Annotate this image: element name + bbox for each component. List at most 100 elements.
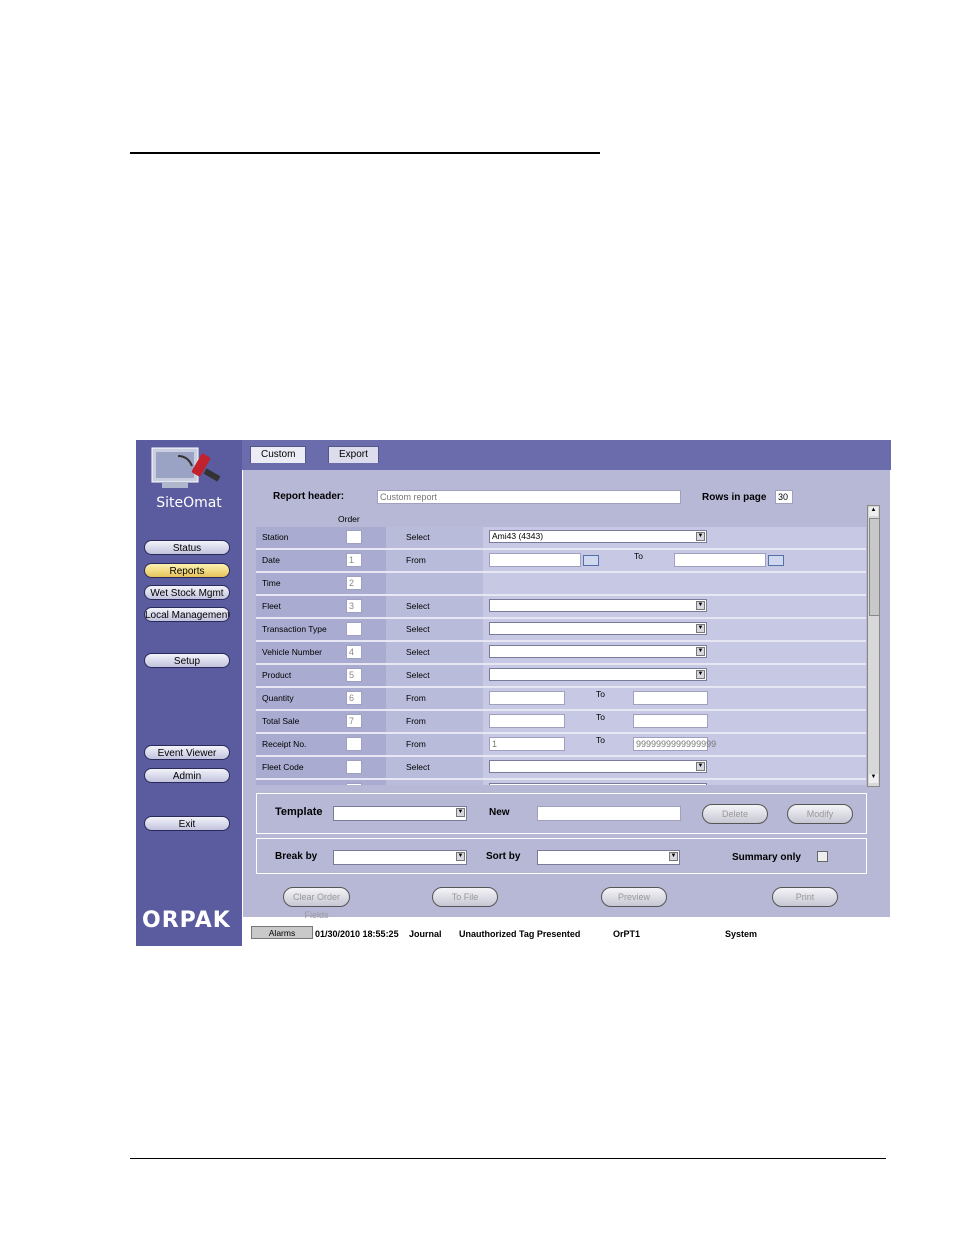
to-file-button[interactable]: To File xyxy=(432,887,498,907)
report-header-label: Report header: xyxy=(273,491,345,502)
wet-stock-mgmt-button[interactable]: Wet Stock Mgmt xyxy=(144,585,230,600)
row-order-input[interactable]: 7 xyxy=(346,714,362,728)
siteomat-window: SiteOmat Status Reports Wet Stock Mgmt L… xyxy=(136,440,891,946)
modify-button[interactable]: Modify xyxy=(787,804,853,824)
admin-button[interactable]: Admin xyxy=(144,768,230,783)
row-order-input[interactable] xyxy=(346,760,362,774)
row-order-input[interactable] xyxy=(346,737,362,751)
row-operator-label: Select xyxy=(406,670,430,680)
template-dropdown[interactable]: ▼ xyxy=(333,806,467,821)
row-field-name: Receipt No. xyxy=(262,739,307,749)
top-rule xyxy=(130,152,600,154)
print-button[interactable]: Print xyxy=(772,887,838,907)
row-select-dropdown[interactable]: ▼ xyxy=(489,622,707,635)
row-operator-cell xyxy=(386,711,483,732)
local-management-button[interactable]: Local Management xyxy=(144,607,230,622)
row-select-dropdown[interactable]: ▼ xyxy=(489,783,707,785)
break-sort-panel: Break by ▼ Sort by ▼ Summary only xyxy=(256,838,867,874)
break-by-dropdown[interactable]: ▼ xyxy=(333,850,467,865)
row-operator-cell xyxy=(386,757,483,778)
reports-button[interactable]: Reports xyxy=(144,563,230,578)
row-field-name: Date xyxy=(262,555,280,565)
row-from-input[interactable]: 1 xyxy=(489,737,565,751)
row-order-input[interactable]: 1 xyxy=(346,553,362,567)
row-field-name: Time xyxy=(262,578,281,588)
row-operator-cell xyxy=(386,527,483,548)
scroll-down-icon[interactable]: ▼ xyxy=(869,774,878,783)
row-field-name: Vehicle Number xyxy=(262,647,323,657)
siteomat-logo-text: SiteOmat xyxy=(156,495,222,511)
row-operator-cell xyxy=(386,780,483,785)
grid-scrollbar[interactable]: ▲ ▼ xyxy=(867,505,880,787)
status-user: System xyxy=(725,929,758,939)
template-label: Template xyxy=(275,806,323,818)
row-operator-label: Select xyxy=(406,762,430,772)
row-order-input[interactable]: 4 xyxy=(346,645,362,659)
row-select-dropdown[interactable]: ▼ xyxy=(489,760,707,773)
calendar-icon[interactable] xyxy=(768,555,784,566)
row-to-input[interactable] xyxy=(674,553,766,567)
criteria-row: Time 2 xyxy=(256,573,866,596)
report-content: Report header: Custom report Rows in pag… xyxy=(243,470,890,920)
tab-export[interactable]: Export xyxy=(328,446,379,463)
orpak-logo: ORPAK xyxy=(142,908,231,933)
chevron-down-icon: ▼ xyxy=(696,762,705,771)
rows-in-page-label: Rows in page xyxy=(702,492,767,503)
order-column-header: Order xyxy=(338,514,360,524)
row-operator-cell xyxy=(386,688,483,709)
sort-by-dropdown[interactable]: ▼ xyxy=(537,850,680,865)
row-operator-cell xyxy=(386,642,483,663)
summary-only-label: Summary only xyxy=(732,852,801,863)
tab-custom[interactable]: Custom xyxy=(250,446,307,463)
criteria-row: Product 5 Select ▼ xyxy=(256,665,866,688)
row-field-name: Station xyxy=(262,532,289,542)
calendar-icon[interactable] xyxy=(583,555,599,566)
row-to-input[interactable] xyxy=(633,691,708,705)
row-order-input[interactable]: 6 xyxy=(346,691,362,705)
row-select-dropdown[interactable]: ▼ xyxy=(489,645,707,658)
row-order-input[interactable]: 5 xyxy=(346,668,362,682)
criteria-row: Total Sale 7 From To xyxy=(256,711,866,734)
event-viewer-button[interactable]: Event Viewer xyxy=(144,745,230,760)
row-select-dropdown[interactable]: Ami43 (4343) ▼ xyxy=(489,530,707,543)
new-template-input[interactable] xyxy=(537,806,681,821)
exit-button[interactable]: Exit xyxy=(144,816,230,831)
preview-button[interactable]: Preview xyxy=(601,887,667,907)
row-from-input[interactable] xyxy=(489,714,565,728)
row-to-input[interactable] xyxy=(633,714,708,728)
row-field-name: Total Sale xyxy=(262,716,300,726)
row-order-input[interactable]: 2 xyxy=(346,576,362,590)
break-by-label: Break by xyxy=(275,851,318,862)
row-field-name: Fleet Code xyxy=(262,762,304,772)
setup-button[interactable]: Setup xyxy=(144,653,230,668)
scroll-up-icon[interactable]: ▲ xyxy=(869,507,878,516)
criteria-row: Fleet Code Select ▼ xyxy=(256,757,866,780)
report-header-input[interactable]: Custom report xyxy=(377,490,681,504)
rows-in-page-input[interactable]: 30 xyxy=(775,490,793,504)
row-from-input[interactable] xyxy=(489,691,565,705)
row-order-input[interactable] xyxy=(346,530,362,544)
row-select-dropdown[interactable]: ▼ xyxy=(489,599,707,612)
status-message: Unauthorized Tag Presented xyxy=(459,929,581,939)
criteria-row: Quantity 6 From To xyxy=(256,688,866,711)
row-to-input[interactable]: 9999999999999999 xyxy=(633,737,716,751)
new-label: New xyxy=(489,807,510,818)
delete-button[interactable]: Delete xyxy=(702,804,768,824)
row-field-name: Fleet xyxy=(262,601,281,611)
chevron-down-icon: ▼ xyxy=(696,532,705,541)
summary-only-checkbox[interactable] xyxy=(817,851,828,862)
row-select-dropdown[interactable]: ▼ xyxy=(489,668,707,681)
clear-order-fields-button[interactable]: Clear Order Fields xyxy=(283,887,350,920)
status-button[interactable]: Status xyxy=(144,540,230,555)
row-from-input[interactable] xyxy=(489,553,581,567)
scroll-thumb[interactable] xyxy=(869,518,880,616)
chevron-down-icon: ▼ xyxy=(456,852,465,861)
row-order-input[interactable]: 3 xyxy=(346,599,362,613)
row-order-input[interactable] xyxy=(346,783,362,785)
row-operator-cell xyxy=(386,619,483,640)
bottom-rule xyxy=(130,1158,886,1159)
chevron-down-icon: ▼ xyxy=(696,601,705,610)
chevron-down-icon: ▼ xyxy=(669,852,678,861)
alarms-button[interactable]: Alarms xyxy=(251,926,313,939)
row-order-input[interactable] xyxy=(346,622,362,636)
